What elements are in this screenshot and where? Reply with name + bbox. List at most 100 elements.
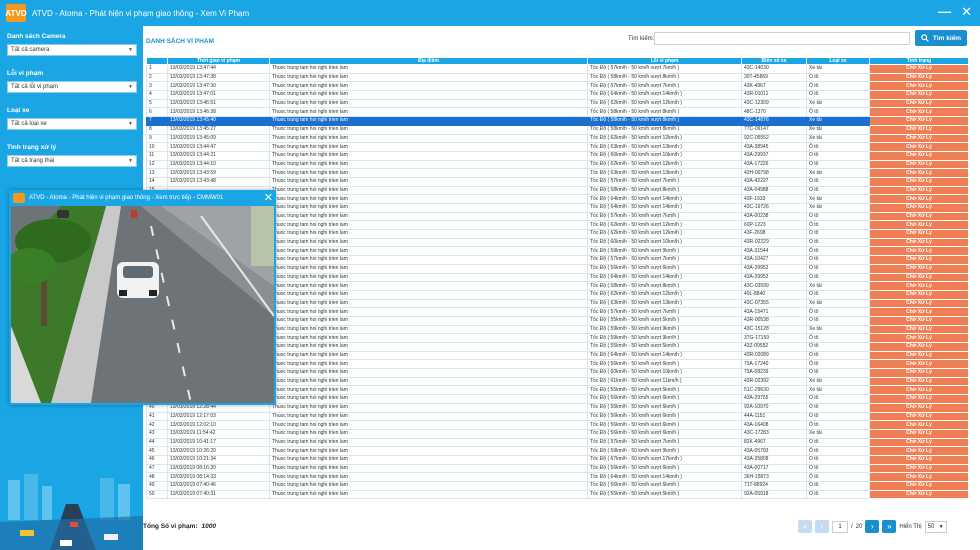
search-input[interactable] xyxy=(654,32,910,45)
column-header[interactable] xyxy=(146,57,168,65)
table-row[interactable]: 48 13/03/2019 08:14:33 Thuoc trung tam hoi… xyxy=(146,472,969,482)
column-header[interactable]: Tình trạng xyxy=(869,57,969,65)
table-row[interactable]: 46 13/03/2019 10:21:34 Thuoc trung tam hoi… xyxy=(146,454,969,465)
table-row[interactable]: 10 13/03/2019 13:44:47 Thuoc trung tam hoi… xyxy=(146,142,969,152)
status-badge[interactable]: Chờ Xử Lý xyxy=(869,98,969,109)
status-badge[interactable]: Chờ Xử Lý xyxy=(869,402,969,413)
status-badge[interactable]: Chờ Xử Lý xyxy=(869,472,969,482)
table-row[interactable]: 6 13/03/2019 13:46:38 Thuoc trung tam hoi … xyxy=(146,107,969,118)
status-badge[interactable]: Chờ Xử Lý xyxy=(869,428,969,439)
column-header[interactable]: Loại xe xyxy=(806,57,870,65)
status-badge[interactable]: Chờ Xử Lý xyxy=(869,481,969,491)
status-badge[interactable]: Chờ Xử Lý xyxy=(869,220,969,231)
status-badge[interactable]: Chờ Xử Lý xyxy=(869,394,969,404)
status-badge[interactable]: Chờ Xử Lý xyxy=(869,376,969,387)
next-page-icon[interactable]: › xyxy=(865,520,880,533)
status-badge[interactable]: Chờ Xử Lý xyxy=(869,229,969,239)
status-badge[interactable]: Chờ Xử Lý xyxy=(869,272,969,283)
search-button[interactable]: Tìm kiếm xyxy=(915,30,967,46)
status-badge[interactable]: Chờ Xử Lý xyxy=(869,333,969,343)
status-badge[interactable]: Chờ Xử Lý xyxy=(869,64,969,74)
status-badge[interactable]: Chờ Xử Lý xyxy=(869,211,969,222)
table-row[interactable]: 1 13/03/2019 13:47:44 Thuoc trung tam hoi … xyxy=(146,64,969,74)
vehicle-type: Ô tô xyxy=(806,446,870,456)
status-badge[interactable]: Chờ Xử Lý xyxy=(869,194,969,204)
table-row[interactable]: 44 13/03/2019 10:41:17 Thuoc trung tam hoi… xyxy=(146,437,969,448)
prev-page-icon[interactable]: ‹ xyxy=(815,520,829,533)
table-row[interactable]: 49 13/03/2019 07:40:46 Thuoc trung tam hoi… xyxy=(146,481,969,491)
status-badge[interactable]: Chờ Xử Lý xyxy=(869,324,969,335)
status-badge[interactable]: Chờ Xử Lý xyxy=(869,281,969,291)
table-row[interactable]: 7 13/03/2019 13:45:40 Thuoc trung tam hoi … xyxy=(146,116,969,126)
status-badge[interactable]: Chờ Xử Lý xyxy=(869,176,969,187)
table-row[interactable]: 12 13/03/2019 13:44:10 Thuoc trung tam hoi… xyxy=(146,159,969,170)
status-badge[interactable]: Chờ Xử Lý xyxy=(869,81,969,92)
table-row[interactable]: 13 13/03/2019 13:43:59 Thuoc trung tam hoi… xyxy=(146,168,969,178)
status-badge[interactable]: Chờ Xử Lý xyxy=(869,246,969,257)
camera-window-title-bar[interactable]: ATVD - Atoma - Phát hiện vi phạm giao th… xyxy=(9,190,276,206)
status-badge[interactable]: Chờ Xử Lý xyxy=(869,133,969,144)
status-badge[interactable]: Chờ Xử Lý xyxy=(869,454,969,465)
minimize-icon[interactable]: — xyxy=(938,4,951,20)
table-row[interactable]: 14 13/03/2019 13:43:48 Thuoc trung tam hoi… xyxy=(146,176,969,187)
live-camera-window[interactable]: ATVD - Atoma - Phát hiện vi phạm giao th… xyxy=(9,190,276,405)
status-badge[interactable]: Chờ Xử Lý xyxy=(869,307,969,317)
status-badge[interactable]: Chờ Xử Lý xyxy=(869,124,969,135)
status-badge[interactable]: Chờ Xử Lý xyxy=(869,298,969,309)
status-badge[interactable]: Chờ Xử Lý xyxy=(869,150,969,161)
status-badge[interactable]: Chờ Xử Lý xyxy=(869,315,969,326)
vehicle-type-filter-select[interactable]: Tất cả loại xe ▼ xyxy=(7,118,137,130)
page-number-input[interactable]: 1 xyxy=(832,520,848,533)
status-badge[interactable]: Chờ Xử Lý xyxy=(869,350,969,361)
status-badge[interactable]: Chờ Xử Lý xyxy=(869,255,969,265)
status-badge[interactable]: Chờ Xử Lý xyxy=(869,289,969,300)
status-badge[interactable]: Chờ Xử Lý xyxy=(869,72,969,83)
table-row[interactable]: 3 13/03/2019 13:47:30 Thuoc trung tam hoi … xyxy=(146,81,969,92)
status-badge[interactable]: Chờ Xử Lý xyxy=(869,437,969,448)
table-row[interactable]: 45 13/03/2019 10:26:20 Thuoc trung tam hoi… xyxy=(146,446,969,456)
table-row[interactable]: 42 13/03/2019 12:02:10 Thuoc trung tam hoi… xyxy=(146,420,969,430)
status-badge[interactable]: Chờ Xử Lý xyxy=(869,168,969,178)
table-row[interactable]: 2 13/03/2019 13:47:38 Thuoc trung tam hoi … xyxy=(146,72,969,83)
status-badge[interactable]: Chờ Xử Lý xyxy=(869,489,969,500)
table-row[interactable]: 43 13/03/2019 11:54:42 Thuoc trung tam hoi… xyxy=(146,428,969,439)
column-header[interactable]: Biển số xe xyxy=(741,57,807,65)
status-badge[interactable]: Chờ Xử Lý xyxy=(869,463,969,474)
vehicle-type: Xe tải xyxy=(806,98,870,109)
status-badge[interactable]: Chờ Xử Lý xyxy=(869,185,969,196)
table-row[interactable]: 41 13/03/2019 12:17:03 Thuoc trung tam hoi… xyxy=(146,411,969,422)
close-icon[interactable]: ✕ xyxy=(961,4,972,20)
table-row[interactable]: 47 13/03/2019 08:16:30 Thuoc trung tam hoi… xyxy=(146,463,969,474)
status-filter-select[interactable]: Tất cả trạng thái ▼ xyxy=(7,155,137,167)
status-badge[interactable]: Chờ Xử Lý xyxy=(869,107,969,118)
column-header[interactable]: Lỗi vi phạm xyxy=(587,57,742,65)
first-page-icon[interactable]: « xyxy=(798,520,812,533)
status-badge[interactable]: Chờ Xử Lý xyxy=(869,446,969,456)
status-badge[interactable]: Chờ Xử Lý xyxy=(869,359,969,370)
status-badge[interactable]: Chờ Xử Lý xyxy=(869,237,969,248)
column-header[interactable]: Địa điểm xyxy=(269,57,588,65)
status-badge[interactable]: Chờ Xử Lý xyxy=(869,90,969,100)
status-badge[interactable]: Chờ Xử Lý xyxy=(869,263,969,274)
violation-filter-select[interactable]: Tất cả lỗi vi phạm ▼ xyxy=(7,81,137,93)
column-header[interactable]: Thời gian vi phạm xyxy=(167,57,270,65)
table-row[interactable]: 5 13/03/2019 13:46:51 Thuoc trung tam hoi … xyxy=(146,98,969,109)
table-row[interactable]: 8 13/03/2019 13:45:27 Thuoc trung tam hoi … xyxy=(146,124,969,135)
status-badge[interactable]: Chờ Xử Lý xyxy=(869,203,969,213)
status-badge[interactable]: Chờ Xử Lý xyxy=(869,385,969,396)
status-badge[interactable]: Chờ Xử Lý xyxy=(869,411,969,422)
table-row[interactable]: 9 13/03/2019 13:45:09 Thuoc trung tam hoi … xyxy=(146,133,969,144)
per-page-select[interactable]: 50 ▼ xyxy=(924,520,947,533)
table-row[interactable]: 4 13/03/2019 13:47:01 Thuoc trung tam hoi … xyxy=(146,90,969,100)
camera-filter-select[interactable]: Tất cả camera ▼ xyxy=(7,44,137,56)
last-page-icon[interactable]: » xyxy=(882,520,897,533)
status-badge[interactable]: Chờ Xử Lý xyxy=(869,368,969,378)
status-badge[interactable]: Chờ Xử Lý xyxy=(869,142,969,152)
table-row[interactable]: 11 13/03/2019 13:44:21 Thuoc trung tam hoi… xyxy=(146,150,969,161)
table-row[interactable]: 50 13/03/2019 07:40:31 Thuoc trung tam hoi… xyxy=(146,489,969,500)
status-badge[interactable]: Chờ Xử Lý xyxy=(869,342,969,352)
close-icon[interactable]: ✕ xyxy=(264,191,273,204)
status-badge[interactable]: Chờ Xử Lý xyxy=(869,116,969,126)
status-badge[interactable]: Chờ Xử Lý xyxy=(869,420,969,430)
status-badge[interactable]: Chờ Xử Lý xyxy=(869,159,969,170)
